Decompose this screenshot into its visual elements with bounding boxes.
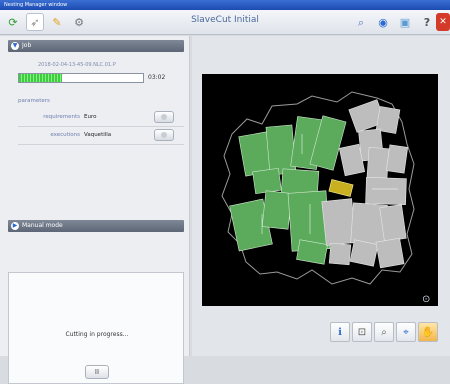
requirements-button[interactable] <box>154 111 174 123</box>
expand-arrow-icon: ▶ <box>11 222 19 230</box>
app-title: SlaveCut Initial <box>191 15 259 25</box>
piece-pending[interactable] <box>365 176 407 206</box>
top-toolbar: ⟳ ➶ ✎ ⚙ SlaveCut Initial ⌕ ◉ ▣ ? ✕ <box>0 10 450 35</box>
network-icon[interactable]: ◉ <box>374 13 392 31</box>
info-icon[interactable]: ℹ <box>330 322 350 342</box>
right-panel: ⊙ <box>192 36 450 356</box>
piece-pending[interactable] <box>379 204 407 242</box>
zoom-icon[interactable]: ⌕ <box>374 322 394 342</box>
manual-mode-title: Manual mode <box>22 222 63 229</box>
piece-pending[interactable] <box>375 237 405 269</box>
piece-pending[interactable] <box>385 144 409 174</box>
job-section-title: Job <box>22 42 32 49</box>
piece-pending[interactable] <box>328 242 352 266</box>
window-title: Nesting Manager window <box>4 2 68 8</box>
tools-icon[interactable]: ⚙ <box>70 13 88 31</box>
nesting-canvas[interactable] <box>202 74 438 306</box>
requirements-row: requirements Euro <box>18 111 178 124</box>
job-id: 2018-02-04-13-45-09.NLC.01.P <box>38 62 116 68</box>
zoom-in-icon[interactable]: ⌕ <box>352 13 370 31</box>
divider <box>18 126 184 127</box>
tag-icon[interactable]: ⌖ <box>396 322 416 342</box>
camera-icon[interactable]: ⊙ <box>422 294 438 308</box>
collapse-arrow-icon: ▼ <box>11 42 19 50</box>
job-section-header[interactable]: ▼ Job <box>8 40 184 52</box>
piece-cut[interactable] <box>265 124 297 176</box>
job-progress-fill <box>19 74 63 82</box>
pointer-tool-icon[interactable]: ➶ <box>26 13 44 31</box>
piece-cut[interactable] <box>252 167 282 195</box>
refresh-icon[interactable]: ⟳ <box>4 13 22 31</box>
requirements-label: requirements <box>43 114 80 120</box>
close-icon[interactable]: ✕ <box>436 13 450 31</box>
piece-pending[interactable] <box>349 239 379 267</box>
divider <box>18 144 184 145</box>
help-icon[interactable]: ? <box>418 13 436 31</box>
pencil-icon[interactable]: ✎ <box>48 13 66 31</box>
piece-selected[interactable] <box>328 179 354 197</box>
hand-icon[interactable]: ✋ <box>418 322 438 342</box>
fit-view-icon[interactable]: ⊡ <box>352 322 372 342</box>
executions-button[interactable] <box>154 129 174 141</box>
manual-mode-header[interactable]: ▶ Manual mode <box>8 220 184 232</box>
job-time: 03:02 <box>148 74 166 81</box>
executions-row: executions Vaquetilla <box>18 129 178 142</box>
parameters-label: parameters <box>18 98 50 104</box>
piece-cut[interactable] <box>261 190 293 230</box>
left-panel: ▼ Job 2018-02-04-13-45-09.NLC.01.P 03:02… <box>0 36 190 384</box>
executions-label: executions <box>50 132 80 138</box>
nesting-svg <box>221 91 415 285</box>
bottom-toolbar: ℹ ⊡ ⌕ ⌖ ✋ <box>0 322 450 356</box>
piece-pending[interactable] <box>366 147 390 179</box>
save-icon[interactable]: ▣ <box>396 13 414 31</box>
pause-icon: II <box>94 368 100 376</box>
requirements-value: Euro <box>84 114 97 120</box>
job-progress-bar <box>18 73 144 83</box>
pause-button[interactable]: II <box>85 365 109 379</box>
executions-value: Vaquetilla <box>84 132 112 138</box>
window-titlebar: Nesting Manager window <box>0 0 450 10</box>
